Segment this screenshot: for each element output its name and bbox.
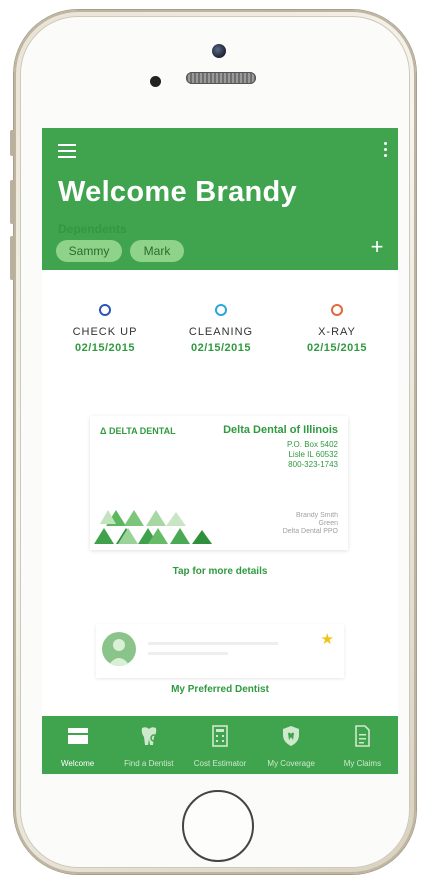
page-title: Welcome Brandy xyxy=(58,176,297,208)
proximity-sensor xyxy=(150,76,161,87)
favorite-star-icon[interactable]: ★ xyxy=(321,630,334,648)
cleaning-status-icon xyxy=(215,304,227,316)
dependent-chip-mark[interactable]: Mark xyxy=(130,240,184,262)
insurance-card[interactable]: Δ DELTA DENTAL Delta Dental of Illinois … xyxy=(90,416,348,550)
nav-label: My Coverage xyxy=(267,759,315,768)
nav-label: My Claims xyxy=(343,759,382,768)
appointment-label: CLEANING xyxy=(188,326,254,338)
delta-dental-logo: Δ DELTA DENTAL xyxy=(100,426,176,436)
app-screen: Welcome Brandy Dependents Sammy Mark + C… xyxy=(42,128,398,774)
appointment-checkup[interactable]: CHECK UP 02/15/2015 xyxy=(50,304,160,354)
nav-item-my-coverage[interactable]: My Coverage xyxy=(256,716,327,774)
more-options-icon[interactable] xyxy=(382,142,388,160)
card-member-info: Brandy Smith Green Delta Dental PPO xyxy=(283,512,338,536)
tooth-search-icon xyxy=(141,727,158,745)
nav-label: Welcome xyxy=(61,759,95,768)
card-title: Delta Dental of Illinois xyxy=(223,424,338,436)
card-address-line: Lisle IL 60532 xyxy=(288,450,338,459)
card-phone: 800-323-1743 xyxy=(288,460,338,469)
nav-item-find-dentist[interactable]: Find a Dentist xyxy=(113,716,184,774)
nav-item-cost-estimator[interactable]: Cost Estimator xyxy=(184,716,255,774)
nav-item-welcome[interactable]: Welcome xyxy=(42,716,113,774)
dentist-avatar xyxy=(102,632,136,666)
bottom-navigation: Welcome Find a Dentist Cost Estimator My… xyxy=(42,716,398,774)
card-address: P.O. Box 5402 Lisle IL 60532 800-323-174… xyxy=(287,440,338,470)
app-header: Welcome Brandy Dependents Sammy Mark + xyxy=(42,128,398,270)
add-dependent-icon[interactable]: + xyxy=(368,236,386,258)
dentist-address-placeholder xyxy=(148,652,228,655)
card-member-name: Brandy Smith xyxy=(295,512,338,519)
dentist-name-placeholder xyxy=(148,642,278,645)
volume-down-button xyxy=(10,236,15,280)
card-details-link[interactable]: Tap for more details xyxy=(42,566,398,577)
appointment-xray[interactable]: X-RAY 02/15/2015 xyxy=(282,304,392,354)
card-address-line: P.O. Box 5402 xyxy=(287,440,338,449)
person-icon xyxy=(108,639,130,666)
card-plan-name: Delta Dental PPO xyxy=(282,528,338,535)
triangle-pattern-graphic xyxy=(94,510,212,544)
hamburger-menu-icon[interactable] xyxy=(58,144,76,158)
appointment-date: 02/15/2015 xyxy=(74,342,136,354)
appointment-cleaning[interactable]: CLEANING 02/15/2015 xyxy=(166,304,276,354)
dependent-chip-sammy[interactable]: Sammy xyxy=(56,240,122,262)
welcome-icon xyxy=(67,728,88,744)
preferred-dentist-label[interactable]: My Preferred Dentist xyxy=(42,684,398,695)
checkup-status-icon xyxy=(99,304,111,316)
appointment-date: 02/15/2015 xyxy=(190,342,252,354)
home-button[interactable] xyxy=(182,790,254,862)
calculator-icon xyxy=(212,725,228,747)
nav-item-my-claims[interactable]: My Claims xyxy=(327,716,398,774)
document-icon xyxy=(355,725,371,747)
shield-icon xyxy=(283,726,300,746)
appointment-label: X-RAY xyxy=(318,326,356,338)
appointment-date: 02/15/2015 xyxy=(306,342,368,354)
earpiece-speaker xyxy=(186,72,256,84)
nav-label: Cost Estimator xyxy=(193,759,247,768)
nav-label: Find a Dentist xyxy=(124,759,174,768)
front-camera xyxy=(212,44,226,58)
xray-status-icon xyxy=(331,304,343,316)
card-member-group: Green xyxy=(318,520,338,527)
volume-up-button xyxy=(10,180,15,224)
preferred-dentist-card[interactable]: ★ xyxy=(96,624,344,678)
mute-switch xyxy=(10,130,15,156)
dependents-label: Dependents xyxy=(58,222,127,236)
appointment-label: CHECK UP xyxy=(72,326,138,338)
